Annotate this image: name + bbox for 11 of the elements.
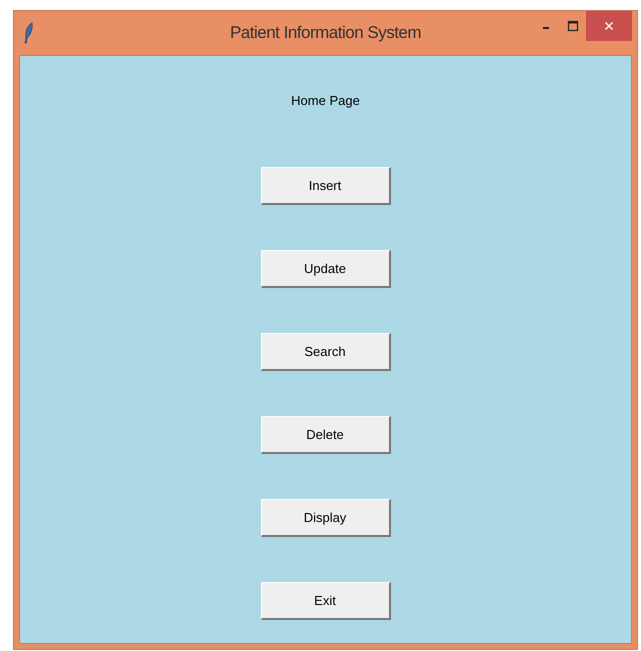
page-heading: Home Page xyxy=(291,92,360,110)
menu-button[interactable]: Search xyxy=(260,333,390,371)
menu-button[interactable]: Display xyxy=(260,499,390,537)
menu-button[interactable]: Exit xyxy=(260,582,390,620)
menu-button[interactable]: Insert xyxy=(260,167,390,205)
menu-button[interactable]: Update xyxy=(260,250,390,288)
window-title: Patient Information System xyxy=(230,23,422,43)
close-icon xyxy=(604,21,614,31)
feather-icon xyxy=(24,22,34,44)
menu-button[interactable]: Delete xyxy=(260,416,390,454)
maximize-icon xyxy=(566,20,578,32)
